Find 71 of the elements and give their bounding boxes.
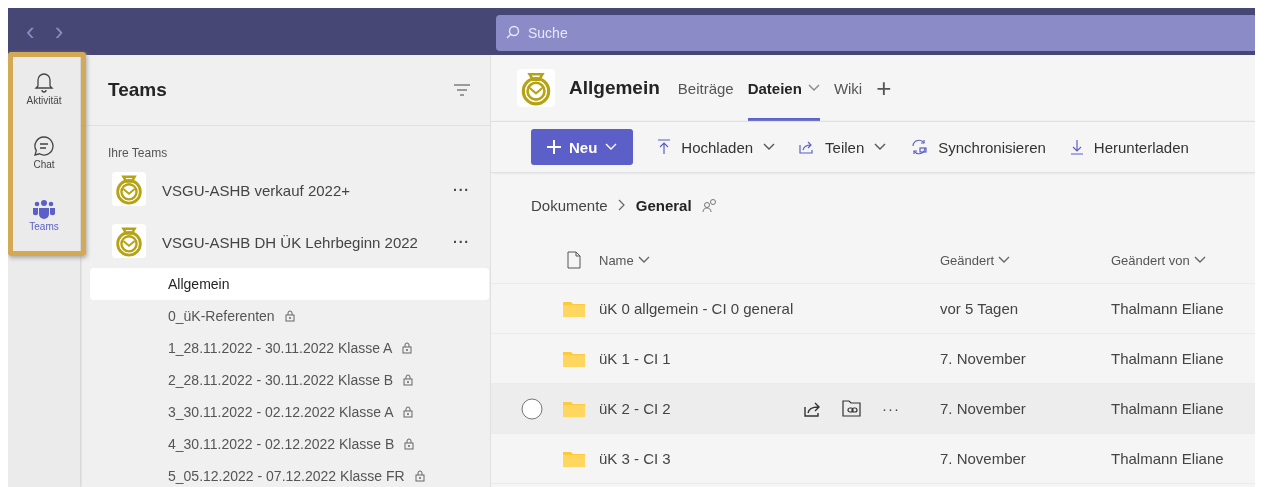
chat-icon bbox=[33, 135, 55, 157]
tab[interactable]: Wiki bbox=[833, 55, 863, 121]
breadcrumb-item[interactable]: Dokumente bbox=[531, 196, 608, 214]
modified-date: 7. November bbox=[940, 450, 1027, 467]
modified-by: Thalmann Eliane bbox=[1111, 300, 1225, 317]
column-header[interactable]: Name bbox=[599, 252, 650, 268]
link-folder-icon[interactable] bbox=[842, 399, 862, 418]
channel-item[interactable]: 1_28.11.2022 - 30.11.2022 Klasse A bbox=[90, 332, 490, 364]
select-circle-icon[interactable] bbox=[521, 397, 543, 420]
column-header[interactable]: Geändert bbox=[940, 252, 1011, 268]
chevron-down-icon bbox=[637, 256, 650, 264]
upload-icon bbox=[657, 139, 672, 155]
folder-icon bbox=[563, 400, 585, 417]
channel-item[interactable]: 4_30.11.2022 - 02.12.2022 Klasse B bbox=[90, 428, 490, 460]
file-type-icon bbox=[567, 251, 581, 269]
plus-icon bbox=[547, 140, 561, 154]
folder-icon bbox=[563, 450, 585, 467]
column-header[interactable]: Geändert von bbox=[1111, 252, 1206, 268]
channel-item[interactable]: 5_05.12.2022 - 07.12.2022 Klasse FR bbox=[90, 460, 490, 487]
chevron-down-icon bbox=[1193, 256, 1206, 264]
toolbar-button[interactable]: Hochladen bbox=[657, 138, 776, 156]
download-icon bbox=[1069, 139, 1084, 155]
channel-item[interactable]: 0_üK-Referenten bbox=[90, 300, 490, 332]
tab[interactable]: Beiträge bbox=[677, 55, 734, 121]
more-options-button[interactable]: ··· bbox=[882, 400, 900, 417]
team-name[interactable]: VSGU-ASHB DH ÜK Lehrbeginn 2022 bbox=[156, 233, 453, 251]
panel-title: Teams bbox=[108, 79, 167, 101]
breadcrumb-item[interactable]: General bbox=[635, 196, 692, 214]
people-icon bbox=[701, 198, 718, 212]
file-name[interactable]: üK 0 allgemein - CI 0 general bbox=[599, 300, 794, 317]
channel-item[interactable]: 3_30.11.2022 - 02.12.2022 Klasse A bbox=[90, 396, 490, 428]
file-row[interactable]: üK 2 - CI 2 ··· 7. November Thalmann Eliane bbox=[491, 384, 1255, 434]
modified-by: Thalmann Eliane bbox=[1111, 450, 1225, 467]
rail-item[interactable]: Aktivität bbox=[8, 67, 80, 131]
modified-date: vor 5 Tagen bbox=[940, 300, 1020, 317]
file-name[interactable]: üK 2 - CI 2 bbox=[599, 400, 671, 417]
toolbar-button[interactable]: Herunterladen bbox=[1069, 138, 1189, 156]
modified-date: 7. November bbox=[940, 400, 1027, 417]
modified-date: 7. November bbox=[940, 350, 1027, 367]
more-options-button[interactable]: ··· bbox=[453, 234, 470, 250]
chevron-down-icon bbox=[998, 256, 1011, 264]
team-logo-icon bbox=[517, 69, 555, 107]
more-options-button[interactable]: ··· bbox=[453, 182, 470, 198]
add-tab-button[interactable]: + bbox=[876, 72, 892, 104]
file-name[interactable]: üK 3 - CI 3 bbox=[599, 450, 671, 467]
new-button[interactable]: Neu bbox=[531, 129, 634, 165]
search-field[interactable]: Suche bbox=[496, 14, 1255, 51]
folder-icon bbox=[563, 300, 585, 317]
modified-by: Thalmann Eliane bbox=[1111, 400, 1225, 417]
toolbar-button[interactable]: Synchronisieren bbox=[910, 138, 1046, 156]
people-icon bbox=[32, 199, 56, 219]
team-logo-icon bbox=[112, 223, 146, 258]
share-icon[interactable] bbox=[804, 400, 822, 417]
file-row[interactable]: üK 3 - CI 3 7. November Thalmann Eliane bbox=[491, 434, 1255, 484]
toolbar-button[interactable]: Teilen bbox=[799, 138, 887, 156]
team-name[interactable]: VSGU-ASHB verkauf 2022+ bbox=[156, 181, 453, 199]
chevron-right-icon bbox=[617, 199, 626, 211]
sync-icon bbox=[910, 139, 929, 155]
rail-item[interactable]: Teams bbox=[8, 195, 80, 259]
share-icon bbox=[799, 140, 816, 154]
modified-by: Thalmann Eliane bbox=[1111, 350, 1225, 367]
bell-icon bbox=[34, 71, 54, 93]
file-name[interactable]: üK 1 - CI 1 bbox=[599, 350, 671, 367]
section-label: Ihre Teams bbox=[107, 145, 169, 162]
channel-title: Allgemein bbox=[569, 77, 660, 99]
channel-item[interactable]: Allgemein bbox=[90, 268, 489, 300]
channel-item[interactable]: 2_28.11.2022 - 30.11.2022 Klasse B bbox=[90, 364, 490, 396]
file-row[interactable]: üK 0 allgemein - CI 0 general vor 5 Tagen Thalmann Eliane bbox=[491, 284, 1255, 334]
folder-icon bbox=[563, 350, 585, 367]
rail-item[interactable]: Chat bbox=[8, 131, 80, 195]
team-logo-icon bbox=[112, 171, 146, 206]
